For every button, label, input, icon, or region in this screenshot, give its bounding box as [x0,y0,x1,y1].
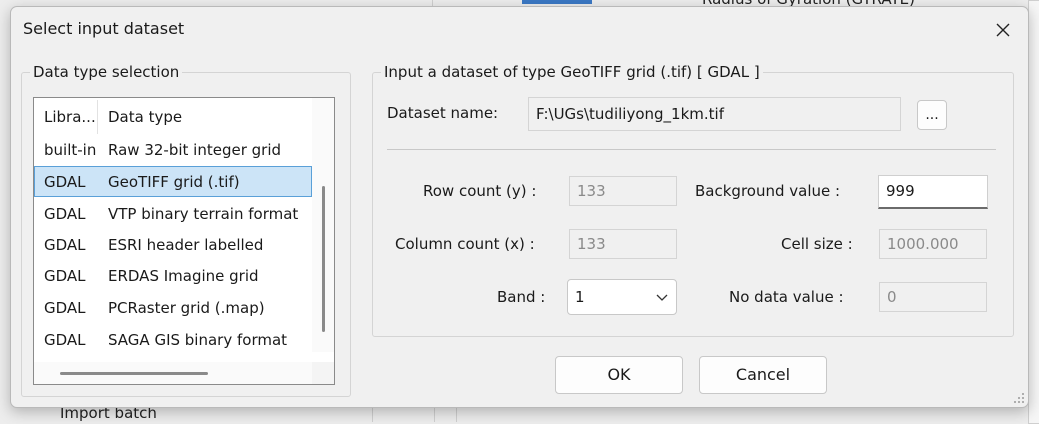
list-header: Libra... Data type [34,100,312,134]
list-item[interactable]: GDAL ERDAS Imagine grid [34,260,312,291]
cancel-button[interactable]: Cancel [699,356,827,394]
row-library: GDAL [44,235,86,254]
row-library: GDAL [44,330,86,349]
cell-size-field: 1000.000 [879,229,987,259]
data-type-legend: Data type selection [33,63,180,81]
scrollbar-corner [312,362,334,384]
row-count-label: Row count (y) : [423,182,537,200]
background-panel [1028,0,1039,424]
horizontal-scroll-thumb[interactable] [60,372,208,375]
no-data-value-field: 0 [879,282,987,312]
row-library: GDAL [44,266,86,285]
row-data-type: SAGA GIS binary format [108,330,288,349]
cell-size-label: Cell size : [781,235,853,253]
resize-grip-icon[interactable] [1013,392,1025,404]
dataset-name-label: Dataset name: [387,104,499,122]
row-library: built-in [44,140,97,159]
list-item[interactable]: GDAL ESRI header labelled [34,229,312,260]
background-divider [434,406,435,422]
list-item[interactable]: built-in Raw 32-bit integer grid [34,134,312,165]
input-dataset-legend: Input a dataset of type GeoTIFF grid (.t… [384,63,760,81]
background-divider [456,406,457,422]
dialog-title: Select input dataset [23,19,185,38]
column-count-label: Column count (x) : [395,235,535,253]
chevron-down-icon [656,294,668,301]
horizontal-scrollbar[interactable] [34,362,312,384]
column-header-data-type[interactable]: Data type [98,108,312,126]
close-button[interactable] [990,17,1016,43]
band-select[interactable]: 1 [567,279,677,315]
vertical-scroll-thumb[interactable] [322,186,325,332]
title-bar: Select input dataset [11,7,1028,51]
background-divider [372,406,373,422]
row-library: GDAL [44,204,86,223]
band-value: 1 [575,288,585,306]
row-data-type: Raw 32-bit integer grid [108,140,282,159]
ok-button[interactable]: OK [555,356,683,394]
no-data-value-label: No data value : [729,288,844,306]
background-value-input[interactable]: 999 [878,175,988,209]
row-data-type: PCRaster grid (.map) [108,298,265,317]
list-item-selected[interactable]: GDAL GeoTIFF grid (.tif) [34,166,312,197]
background-value-label: Background value : [695,182,841,200]
row-library: GDAL [44,298,86,317]
list-item[interactable]: GDAL PCRaster grid (.map) [34,292,312,323]
band-label: Band : [497,288,546,306]
data-type-list[interactable]: Libra... Data type built-in Raw 32-bit i… [33,97,335,385]
row-data-type: ESRI header labelled [108,235,264,254]
separator [387,149,996,150]
column-header-library[interactable]: Libra... [34,100,98,134]
row-data-type: VTP binary terrain format [108,204,299,223]
dataset-name-field[interactable]: F:\UGs\tudiliyong_1km.tif [528,97,901,131]
row-count-field: 133 [569,176,677,206]
select-dataset-dialog: Select input dataset Data type selection… [10,6,1029,408]
column-count-field: 133 [569,229,677,259]
browse-button[interactable]: ... [917,100,947,130]
row-data-type: GeoTIFF grid (.tif) [108,172,240,191]
row-library: GDAL [44,172,86,191]
list-item[interactable]: GDAL VTP binary terrain format [34,198,312,229]
row-data-type: ERDAS Imagine grid [108,266,259,285]
list-item[interactable]: GDAL SAGA GIS binary format [34,324,312,355]
background-divider [522,0,592,4]
vertical-scrollbar[interactable] [312,98,334,352]
close-icon [996,23,1010,37]
